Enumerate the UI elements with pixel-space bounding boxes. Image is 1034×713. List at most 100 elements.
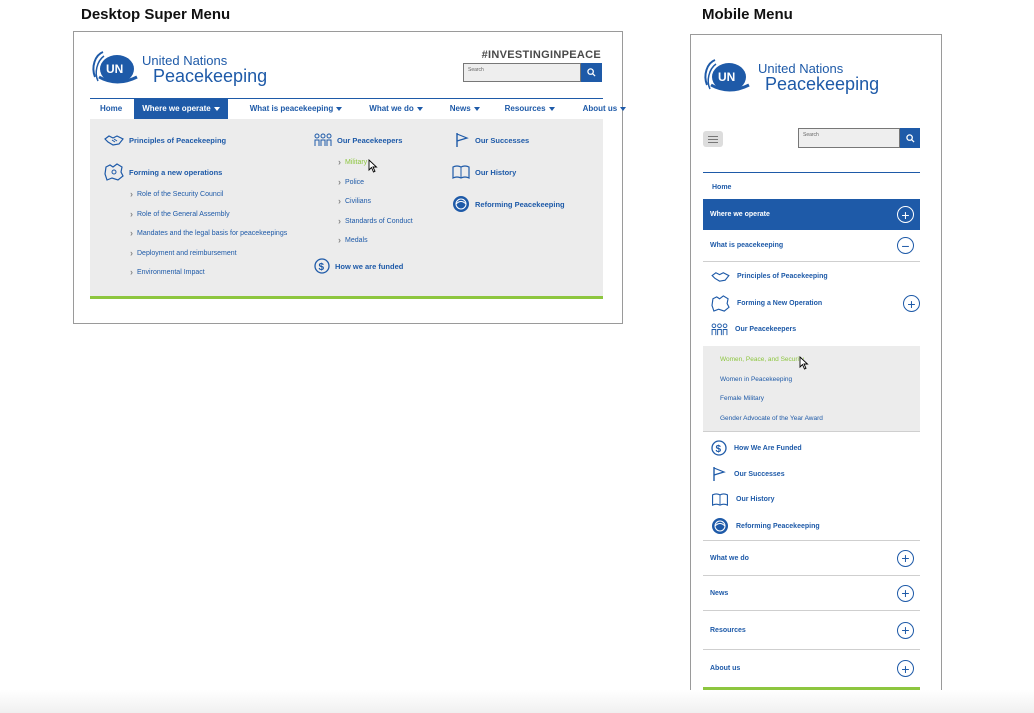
mobile-menu-forming[interactable]: Forming a New Operation [711,295,822,312]
nav-about-us[interactable]: About us [583,99,627,119]
submenu-mandates[interactable]: › Mandates and the legal basis for peacek… [130,228,287,238]
menu-our-successes[interactable]: Our Successes [454,132,529,148]
nav-what-is-peacekeeping[interactable]: What is peacekeeping [250,99,343,119]
submenu-deployment[interactable]: › Deployment and reimbursement [130,248,237,258]
mobile-nav-about-us[interactable]: About us + [703,650,920,687]
chevron-right-icon: › [338,177,341,187]
submenu-police[interactable]: › Police [338,177,364,187]
mobile-menu-successes[interactable]: Our Successes [711,466,785,482]
mobile-menu-how-funded[interactable]: $ How We Are Funded [711,440,802,456]
investing-in-peace-tag[interactable]: #INVESTINGINPEACE [482,49,601,61]
mobile-menu-history[interactable]: Our History [711,493,775,506]
menu-forming-label: Forming a new operations [129,167,223,177]
mobile-menu-peacekeepers[interactable]: Our Peacekeepers [711,323,796,336]
expand-plus-icon[interactable]: + [897,584,914,602]
nav-about-label: About us [582,104,618,113]
desktop-mockup: UN United Nations Peacekeeping #INVESTIN… [73,31,627,324]
un-peacekeeping-logo[interactable]: UN United Nations Peacekeeping [89,47,267,91]
handshake-icon [711,272,730,282]
mouse-cursor-icon [799,356,809,370]
globe-reform-icon [453,196,469,212]
caret-down-icon [473,106,480,111]
un-badge-text: UN [718,70,735,84]
nav-news-label: News [449,104,471,113]
flag-icon [456,133,469,147]
caret-down-icon [620,106,627,111]
submenu-general-assembly[interactable]: › Role of the General Assembly [130,209,230,219]
nav-news[interactable]: News [450,99,480,119]
mobile-menu-forming-label: Forming a New Operation [737,300,823,307]
menu-our-history[interactable]: Our History [452,165,516,179]
mega-menu-panel: Principles of Peacekeeping Forming a new… [90,119,603,299]
menu-principles-label: Principles of Peacekeeping [129,135,227,145]
desktop-search-input[interactable]: Search [463,63,581,82]
menu-our-peacekeepers-label: Our Peacekeepers [337,135,403,145]
mobile-nav-what-is-peacekeeping[interactable]: What is peacekeeping − [703,230,920,262]
submenu-mandates-label: Mandates and the legal basis for peaceke… [137,229,288,237]
collapse-minus-icon[interactable]: − [897,237,914,254]
nav-what-we-do[interactable]: What we do [369,99,423,119]
mobile-search-button[interactable] [900,128,920,148]
mobile-nav-where-we-operate[interactable]: Where we operate + [703,199,920,230]
mobile-submenu-women-in-peacekeeping[interactable]: Women in Peacekeeping [720,376,792,383]
nav-what-we-do-label: What we do [369,104,414,113]
submenu-environmental[interactable]: › Environmental Impact [130,267,205,277]
caret-down-icon [213,106,220,111]
menu-our-peacekeepers[interactable]: Our Peacekeepers [314,133,402,147]
svg-text:$: $ [319,262,325,273]
nav-resources[interactable]: Resources [505,99,555,119]
menu-how-funded[interactable]: $ How we are funded [314,258,403,274]
menu-forming[interactable]: Forming a new operations [104,163,222,181]
expand-plus-icon[interactable]: + [897,621,914,639]
mobile-submenu-female-military[interactable]: Female Military [720,395,764,402]
mobile-submenu-gender-advocate[interactable]: Gender Advocate of the Year Award [720,415,823,422]
submenu-civilians[interactable]: › Civilians [338,196,371,206]
nav-where-we-operate[interactable]: Where we operate [134,98,228,119]
desktop-search: Search [463,63,602,82]
submenu-medals[interactable]: › Medals [338,235,368,245]
desktop-main-nav: Home Where we operate What is peacekeepi… [90,98,627,119]
search-icon [905,133,915,143]
mobile-search-input[interactable]: Search [798,128,900,148]
mobile-menu-reforming[interactable]: Reforming Peacekeeping [711,517,820,535]
desktop-search-button[interactable] [581,63,602,82]
menu-reforming[interactable]: Reforming Peacekeeping [452,195,565,213]
mobile-submenu-women-peace-security[interactable]: Women, Peace, and Security [720,356,804,363]
hamburger-menu-button[interactable] [703,131,723,147]
submenu-general-assembly-label: Role of the General Assembly [137,210,230,218]
puzzle-map-icon [104,163,124,181]
brand-text: United Nations Peacekeeping [139,54,267,85]
expand-plus-icon[interactable]: + [897,660,914,677]
chevron-right-icon: › [338,196,341,206]
mobile-nav-resources[interactable]: Resources + [703,611,920,650]
mobile-nav-what-we-do[interactable]: What we do + [703,541,920,576]
people-group-icon [711,323,728,336]
nav-home[interactable]: Home [100,99,122,119]
mobile-nav-top-rule [703,172,920,173]
mobile-nav-resources-label: Resources [710,626,746,634]
expand-plus-icon[interactable]: + [897,549,914,567]
mobile-nav-news-label: News [710,589,729,597]
puzzle-map-icon [711,295,730,312]
expand-plus-icon[interactable]: + [903,295,920,312]
menu-principles[interactable]: Principles of Peacekeeping [104,133,226,147]
menu-how-funded-label: How we are funded [335,261,404,271]
chevron-right-icon: › [338,157,341,167]
mobile-nav-news[interactable]: News + [703,576,920,611]
mobile-nav-what-is-label: What is peacekeeping [710,242,784,249]
page-bottom-fade [0,690,1034,713]
mobile-nav-about-label: About us [710,665,741,672]
chevron-right-icon: › [130,209,133,219]
expand-plus-icon[interactable]: + [897,206,914,223]
brand-line2: Peacekeeping [765,73,880,94]
submenu-security-council[interactable]: › Role of the Security Council [130,189,223,199]
submenu-standards[interactable]: › Standards of Conduct [338,216,413,226]
brand-line1: United Nations [142,52,228,68]
mobile-nav-home[interactable]: Home [703,175,920,199]
submenu-security-council-label: Role of the Security Council [137,190,224,198]
un-peacekeeping-logo[interactable]: UN United Nations Peacekeeping [701,55,879,99]
submenu-military[interactable]: › Military [338,157,367,167]
chevron-right-icon: › [130,189,133,199]
mobile-nav-where-label: Where we operate [710,211,770,218]
mobile-menu-principles[interactable]: Principles of Peacekeeping [711,270,828,283]
